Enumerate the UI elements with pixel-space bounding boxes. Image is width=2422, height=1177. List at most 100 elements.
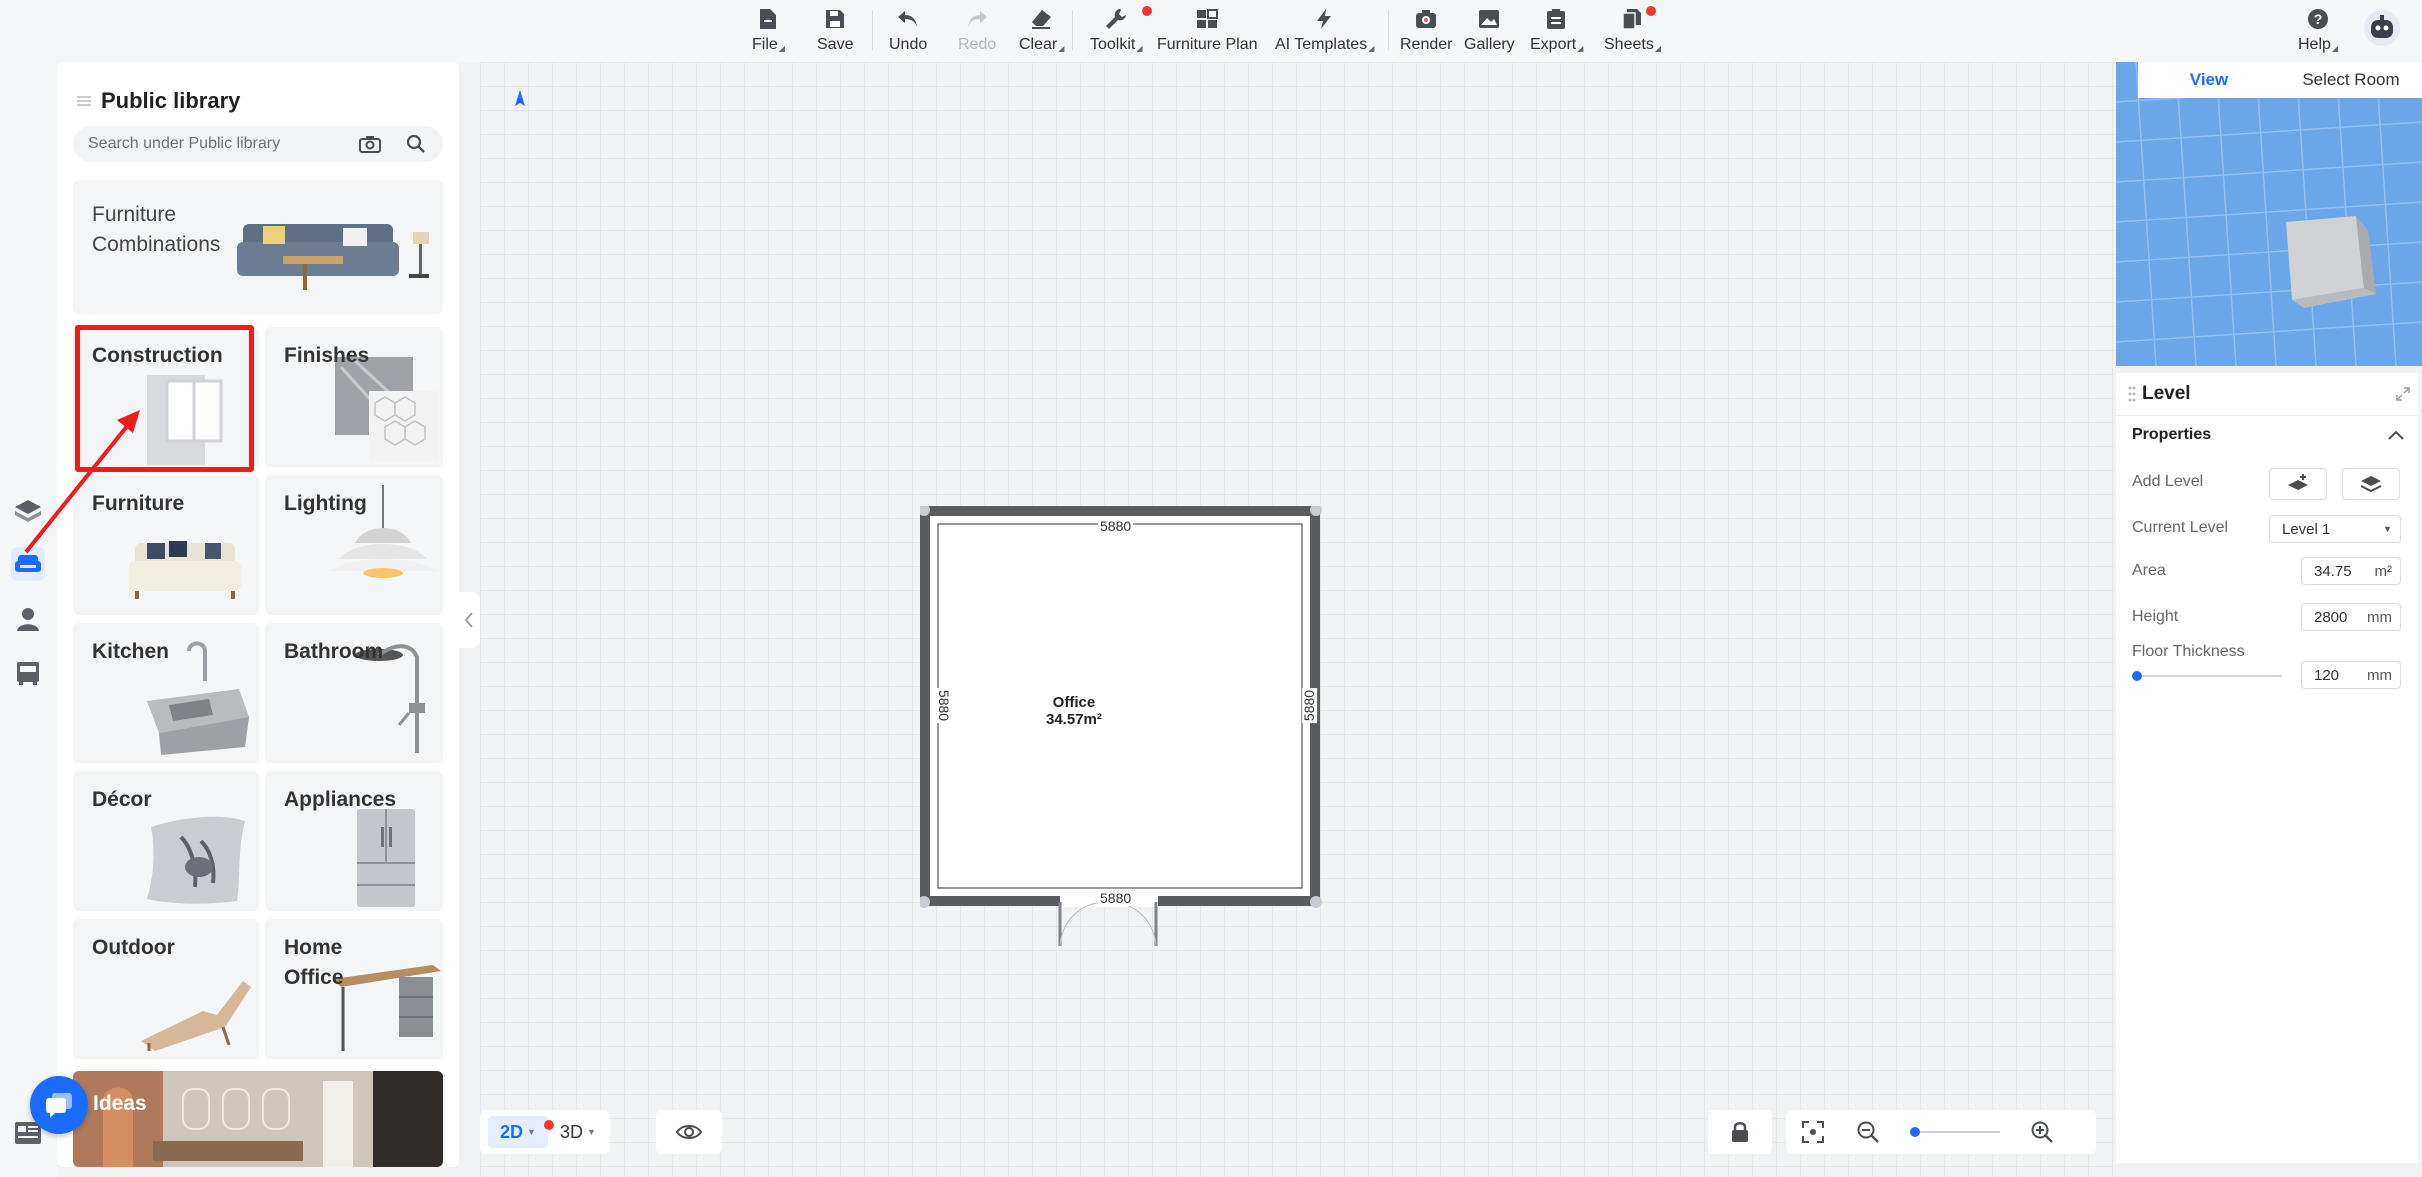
zoom-in-icon: [2031, 1121, 2053, 1143]
floor-thickness-field[interactable]: 120 mm: [2301, 661, 2401, 689]
rail-cabinet-button[interactable]: [11, 656, 45, 690]
category-label: Bathroom: [284, 640, 384, 663]
category-card-lighting[interactable]: Lighting: [265, 475, 443, 615]
room-name: Office: [1052, 694, 1096, 711]
room-label[interactable]: Office 34.57m²: [1046, 694, 1102, 728]
category-card-furniture[interactable]: Furniture: [73, 475, 259, 615]
dimension-bottom: 5880: [1098, 890, 1134, 906]
category-card-finishes[interactable]: Finishes: [265, 327, 443, 467]
redo-button[interactable]: Redo: [958, 6, 996, 58]
tab-view[interactable]: View: [2138, 62, 2280, 98]
area-unit: m²: [2374, 562, 2393, 580]
floor-plan[interactable]: [920, 506, 1380, 1026]
zoom-slider-knob[interactable]: [1910, 1127, 1920, 1137]
image-search-camera-icon[interactable]: [359, 133, 381, 155]
minimap-tabs: View Select Room: [2138, 62, 2422, 98]
collapse-panel-handle[interactable]: [458, 592, 480, 648]
expand-icon[interactable]: [2396, 387, 2410, 401]
category-card-kitchen[interactable]: Kitchen: [73, 623, 259, 763]
cushion-thumbnail: [147, 816, 245, 904]
help-label: Help: [2298, 36, 2331, 53]
slider-knob[interactable]: [2132, 671, 2142, 681]
area-field[interactable]: 34.75 m²: [2301, 557, 2401, 585]
current-level-select[interactable]: Level 1 ▼: [2269, 515, 2401, 543]
lock-button[interactable]: [1708, 1110, 1772, 1154]
library-search-input[interactable]: [88, 135, 358, 153]
wrench-icon: [1103, 6, 1129, 32]
top-toolbar: File◢ Save Undo Redo Clear◢ Toolkit◢ Fur…: [0, 0, 2422, 62]
file-icon: [755, 6, 781, 32]
category-card-appliances[interactable]: Appliances: [265, 771, 443, 911]
zoom-out-button[interactable]: [1840, 1110, 1896, 1154]
layers-icon: [15, 500, 41, 522]
add-level-above-button[interactable]: [2269, 468, 2327, 500]
undo-icon: [895, 6, 921, 32]
toolkit-label: Toolkit: [1090, 36, 1136, 53]
save-button[interactable]: Save: [817, 6, 853, 58]
height-field[interactable]: 2800 mm: [2301, 603, 2401, 631]
drag-handle-icon[interactable]: [77, 94, 91, 108]
category-label: Home Office: [284, 936, 344, 989]
rail-user-button[interactable]: [11, 602, 45, 636]
undo-label: Undo: [889, 36, 928, 53]
rail-floorplan-button[interactable]: [11, 494, 45, 528]
gallery-icon: [1476, 6, 1502, 32]
notification-dot: [1142, 6, 1152, 16]
tab-select-room[interactable]: Select Room: [2280, 62, 2422, 98]
svg-text:?: ?: [2313, 11, 2322, 27]
chevron-down-icon: ▼: [2383, 524, 2392, 534]
redo-icon: [964, 6, 990, 32]
floor-thickness-slider[interactable]: [2132, 671, 2282, 681]
category-card-decor[interactable]: Décor: [73, 771, 259, 911]
design-canvas[interactable]: 5880 5880 5880 5880 Office 34.57m²: [480, 62, 2116, 1177]
file-menu-button[interactable]: File◢: [752, 6, 785, 58]
toolkit-menu-button[interactable]: Toolkit◢: [1090, 6, 1152, 58]
minimap-3d-view[interactable]: View Select Room: [2116, 62, 2422, 366]
dimension-left: 5880: [936, 687, 953, 724]
add-level-below-button[interactable]: [2342, 468, 2400, 500]
mode-2d-button[interactable]: 2D ▼: [488, 1116, 554, 1148]
ai-templates-menu-button[interactable]: AI Templates◢: [1275, 6, 1374, 58]
camera-icon: [1413, 6, 1439, 32]
mode-3d-button[interactable]: 3D ▼: [548, 1116, 608, 1148]
visibility-toggle-button[interactable]: [656, 1110, 722, 1154]
height-label: Height: [2132, 608, 2179, 625]
category-card-outdoor[interactable]: Outdoor: [73, 919, 259, 1059]
current-level-value: Level 1: [2282, 520, 2331, 538]
category-card-ideas[interactable]: Ideas: [73, 1071, 443, 1167]
sheets-menu-button[interactable]: Sheets◢: [1604, 6, 1661, 58]
rail-library-button[interactable]: [11, 547, 45, 581]
render-button[interactable]: Render: [1400, 6, 1452, 58]
public-library-panel: Public library Furniture Combinations Co…: [57, 62, 459, 1167]
category-card-furniture-combinations[interactable]: Furniture Combinations: [73, 180, 443, 314]
library-search-bar: [73, 126, 443, 162]
drag-handle-icon[interactable]: [2128, 386, 2136, 402]
eraser-icon: [1028, 6, 1054, 32]
chevron-up-icon[interactable]: [2388, 430, 2404, 440]
category-label: Lighting: [284, 492, 367, 515]
category-card-construction[interactable]: Construction: [73, 327, 259, 467]
clear-menu-button[interactable]: Clear◢: [1019, 6, 1064, 58]
furniture-plan-button[interactable]: Furniture Plan: [1157, 6, 1258, 58]
area-label: Area: [2132, 562, 2166, 579]
sheets-icon: [1619, 6, 1645, 32]
category-card-bathroom[interactable]: Bathroom: [265, 623, 443, 763]
add-level-label: Add Level: [2132, 473, 2204, 490]
current-level-label: Current Level: [2132, 519, 2229, 536]
floor-thickness-label: Floor Thickness: [2132, 643, 2245, 660]
search-icon[interactable]: [405, 133, 427, 155]
export-menu-button[interactable]: Export◢: [1530, 6, 1583, 58]
category-card-home-office[interactable]: Home Office: [265, 919, 443, 1059]
help-menu-button[interactable]: ? Help◢: [2298, 6, 2338, 58]
sheets-label: Sheets: [1604, 36, 1654, 53]
zoom-controls: [1786, 1110, 2096, 1154]
zoom-in-button[interactable]: [2014, 1110, 2070, 1154]
chat-support-button[interactable]: [30, 1076, 88, 1134]
undo-button[interactable]: Undo: [889, 6, 927, 58]
ai-assistant-avatar[interactable]: [2364, 10, 2400, 46]
zoom-out-icon: [1857, 1121, 1879, 1143]
zoom-slider[interactable]: [1910, 1127, 2000, 1137]
gallery-button[interactable]: Gallery: [1464, 6, 1515, 58]
minimap-scene: [2116, 62, 2422, 366]
fit-view-button[interactable]: [1786, 1110, 1840, 1154]
